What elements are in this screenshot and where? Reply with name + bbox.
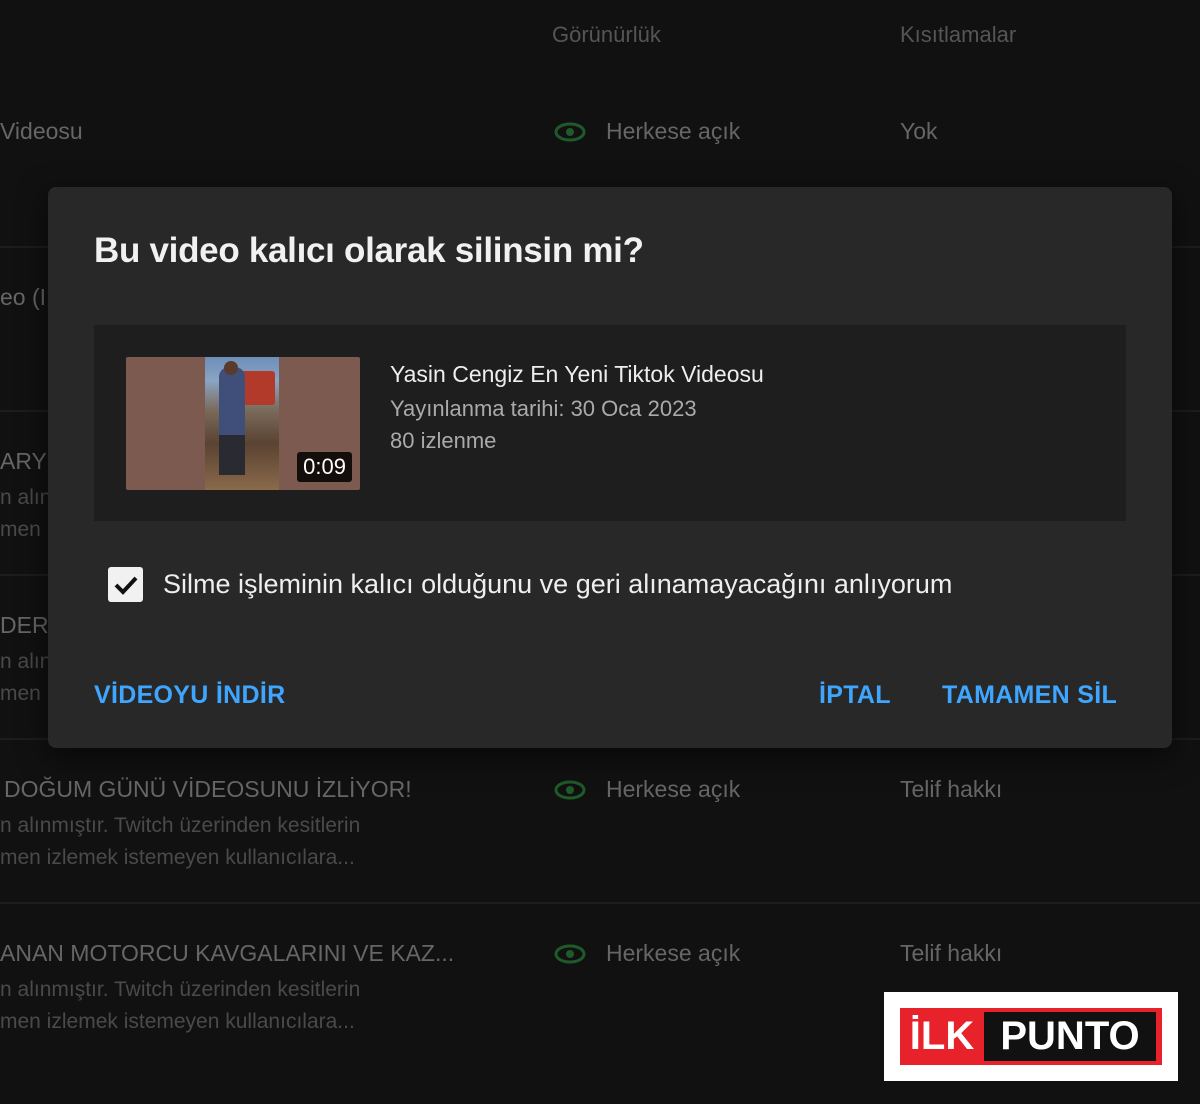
delete-video-dialog: Bu video kalıcı olarak silinsin mi? 0:09…: [48, 187, 1172, 748]
video-views: 80 izlenme: [390, 428, 497, 453]
video-duration: 0:09: [297, 452, 352, 482]
row-title: Videosu: [0, 118, 83, 144]
confirm-row: Silme işleminin kalıcı olduğunu ve geri …: [108, 567, 952, 602]
thumbnail-image: [205, 357, 279, 490]
column-header-restrictions[interactable]: Kısıtlamalar: [900, 22, 1016, 48]
delete-permanently-button[interactable]: TAMAMEN SİL: [942, 681, 1117, 710]
row-description: n alın: [0, 486, 52, 509]
row-visibility: Herkese açık: [554, 940, 740, 967]
visibility-label: Herkese açık: [606, 776, 741, 802]
row-title: eo (I: [0, 284, 47, 310]
row-description: n alınmıştır. Twitch üzerinden kesitleri…: [0, 978, 361, 1001]
column-header-visibility[interactable]: Görünürlük: [552, 22, 661, 48]
visibility-label: Herkese açık: [606, 118, 741, 144]
dialog-title: Bu video kalıcı olarak silinsin mi?: [94, 231, 644, 270]
row-restriction: Telif hakkı: [900, 776, 1003, 802]
logo-text-left: İLK: [909, 1014, 975, 1058]
checkmark-icon: [114, 576, 137, 595]
table-row[interactable]: DOĞUM GÜNÜ VİDEOSUNU İZLİYOR! n alınmışt…: [0, 740, 1200, 904]
logo-text-right: PUNTO: [984, 1012, 1156, 1061]
eye-icon: [554, 780, 586, 799]
row-restriction: Yok: [900, 118, 938, 144]
video-thumbnail[interactable]: 0:09: [126, 357, 360, 490]
cancel-button[interactable]: İPTAL: [819, 681, 891, 710]
visibility-label: Herkese açık: [606, 940, 741, 966]
row-description: n alın: [0, 650, 52, 673]
row-visibility: Herkese açık: [554, 776, 740, 803]
row-description: n alınmıştır. Twitch üzerinden kesitleri…: [0, 814, 361, 837]
download-video-button[interactable]: VİDEOYU İNDİR: [94, 681, 285, 710]
video-info-card: 0:09 Yasin Cengiz En Yeni Tiktok Videosu…: [94, 325, 1126, 521]
row-description: men: [0, 518, 41, 541]
row-title: ANAN MOTORCU KAVGALARINI VE KAZ...: [0, 940, 455, 966]
row-title: DOĞUM GÜNÜ VİDEOSUNU İZLİYOR!: [4, 776, 412, 802]
row-description: men izlemek istemeyen kullanıcılara...: [0, 846, 355, 869]
row-title: DERİ: [0, 612, 55, 638]
eye-icon: [554, 944, 586, 963]
video-published-date: Yayınlanma tarihi: 30 Oca 2023: [390, 396, 697, 421]
row-description: men: [0, 682, 41, 705]
row-description: men izlemek istemeyen kullanıcılara...: [0, 1010, 355, 1033]
confirm-label: Silme işleminin kalıcı olduğunu ve geri …: [163, 569, 953, 599]
watermark-logo: İLK PUNTO: [884, 992, 1178, 1081]
row-restriction: Telif hakkı: [900, 940, 1003, 966]
video-title: Yasin Cengiz En Yeni Tiktok Videosu: [390, 361, 764, 387]
row-visibility: Herkese açık: [554, 118, 740, 145]
eye-icon: [554, 122, 586, 141]
confirm-checkbox[interactable]: [108, 567, 143, 602]
